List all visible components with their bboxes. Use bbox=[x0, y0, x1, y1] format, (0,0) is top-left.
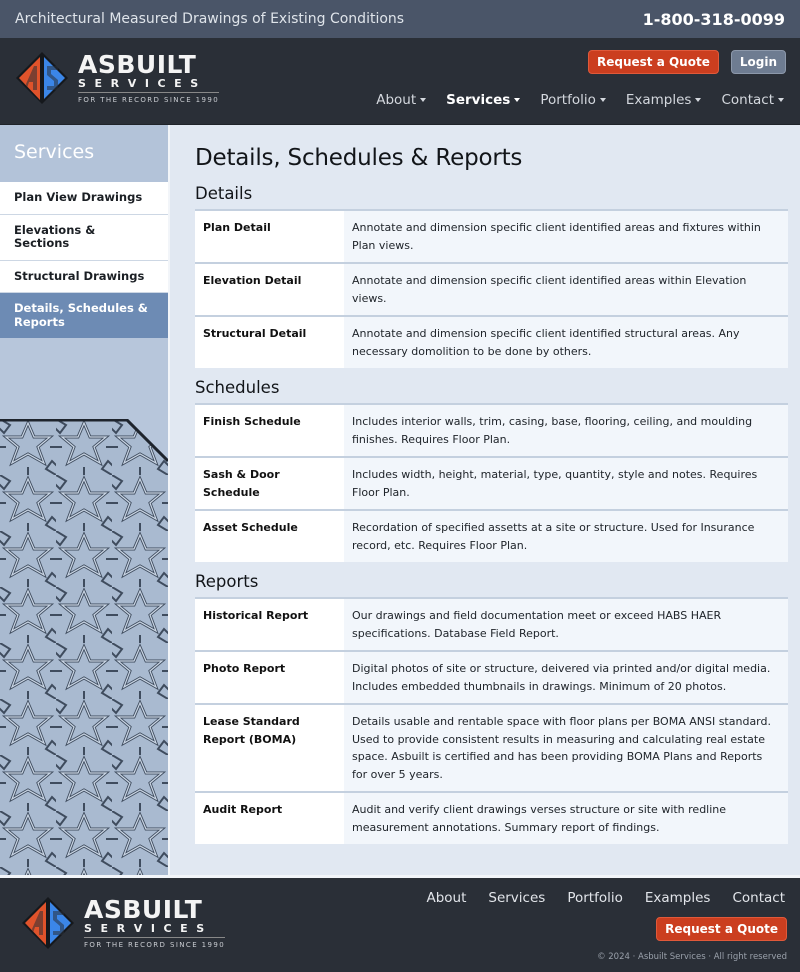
caret-down-icon bbox=[778, 98, 784, 102]
schedules-section: Schedules Finish Schedule Includes interi… bbox=[195, 378, 788, 562]
table-row: Finish Schedule Includes interior walls, … bbox=[195, 404, 788, 458]
main-area: Services Plan View Drawings Elevations &… bbox=[0, 125, 800, 875]
nav-contact[interactable]: Contact bbox=[721, 92, 784, 108]
nav-examples-label: Examples bbox=[625, 92, 692, 108]
request-quote-button[interactable]: Request a Quote bbox=[588, 50, 719, 74]
row-term: Asset Schedule bbox=[195, 510, 344, 562]
nav-examples[interactable]: Examples bbox=[626, 92, 702, 108]
row-desc: Annotate and dimension specific client i… bbox=[344, 263, 788, 317]
nav-about[interactable]: About bbox=[376, 92, 427, 108]
footer-link-portfolio[interactable]: Portfolio bbox=[567, 890, 623, 906]
row-term: Elevation Detail bbox=[195, 263, 344, 317]
nav-services[interactable]: Services bbox=[446, 92, 521, 108]
reports-table: Historical Report Our drawings and field … bbox=[195, 597, 788, 844]
caret-down-icon bbox=[514, 98, 521, 102]
site-footer: ASBUILT SERVICES FOR THE RECORD SINCE 19… bbox=[0, 875, 800, 972]
row-desc: Our drawings and field documentation mee… bbox=[344, 598, 788, 652]
nav-portfolio[interactable]: Portfolio bbox=[540, 92, 606, 108]
top-bar: Architectural Measured Drawings of Exist… bbox=[0, 0, 800, 38]
phone-number[interactable]: 1-800-318-0099 bbox=[643, 10, 785, 29]
table-row: Elevation Detail Annotate and dimension s… bbox=[195, 263, 788, 317]
sidebar-item-plan-view[interactable]: Plan View Drawings bbox=[0, 182, 168, 215]
row-desc: Recordation of specified assetts at a si… bbox=[344, 510, 788, 562]
table-row: Sash & Door Schedule Includes width, heig… bbox=[195, 457, 788, 511]
footer-link-services[interactable]: Services bbox=[488, 890, 545, 906]
page-title: Details, Schedules & Reports bbox=[195, 145, 523, 171]
row-term: Structural Detail bbox=[195, 316, 344, 368]
nav-services-label: Services bbox=[446, 92, 511, 108]
section-heading: Reports bbox=[195, 572, 259, 591]
schedules-table: Finish Schedule Includes interior walls, … bbox=[195, 403, 788, 562]
row-term: Sash & Door Schedule bbox=[195, 457, 344, 511]
footer-link-contact[interactable]: Contact bbox=[732, 890, 785, 906]
site-header: ASBUILT SERVICES FOR THE RECORD SINCE 19… bbox=[0, 38, 800, 125]
row-desc: Details usable and rentable space with f… bbox=[344, 704, 788, 793]
brand-name: ASBUILT bbox=[84, 895, 203, 924]
header-logo[interactable]: ASBUILT SERVICES FOR THE RECORD SINCE 19… bbox=[14, 50, 220, 106]
main-nav: About Services Portfolio Examples Contac… bbox=[376, 92, 784, 108]
footer-link-examples[interactable]: Examples bbox=[645, 890, 711, 906]
table-row: Audit Report Audit and verify client draw… bbox=[195, 792, 788, 844]
asbuilt-logo-icon bbox=[22, 897, 74, 949]
table-row: Photo Report Digital photos of site or st… bbox=[195, 651, 788, 705]
section-heading: Details bbox=[195, 184, 253, 203]
row-term: Lease Standard Report (BOMA) bbox=[195, 704, 344, 793]
row-desc: Digital photos of site or structure, dei… bbox=[344, 651, 788, 705]
row-desc: Includes width, height, material, type, … bbox=[344, 457, 788, 511]
sidebar-title: Services bbox=[0, 125, 168, 182]
nav-contact-label: Contact bbox=[721, 92, 774, 108]
login-button[interactable]: Login bbox=[730, 50, 786, 74]
brand-name: ASBUILT bbox=[78, 50, 197, 79]
section-heading: Schedules bbox=[195, 378, 280, 397]
sidebar: Services Plan View Drawings Elevations &… bbox=[0, 125, 170, 875]
site-tagline: Architectural Measured Drawings of Exist… bbox=[15, 11, 405, 27]
caret-down-icon bbox=[599, 98, 606, 102]
nav-about-label: About bbox=[376, 92, 417, 108]
content: Details, Schedules & Reports Details Pla… bbox=[170, 125, 800, 875]
brand-since: FOR THE RECORD SINCE 1990 bbox=[78, 96, 220, 104]
footer-request-quote-button[interactable]: Request a Quote bbox=[656, 917, 787, 941]
footer-nav: About Services Portfolio Examples Contac… bbox=[426, 890, 785, 906]
row-term: Audit Report bbox=[195, 792, 344, 844]
footer-logo[interactable]: ASBUILT SERVICES FOR THE RECORD SINCE 19… bbox=[20, 895, 226, 951]
row-term: Finish Schedule bbox=[195, 404, 344, 458]
nav-portfolio-label: Portfolio bbox=[540, 92, 596, 108]
geometric-pattern-image bbox=[0, 419, 168, 875]
copyright: © 2024 · Asbuilt Services · All right re… bbox=[597, 952, 787, 962]
row-desc: Annotate and dimension specific client i… bbox=[344, 316, 788, 368]
reports-section: Reports Historical Report Our drawings an… bbox=[195, 572, 788, 844]
row-term: Photo Report bbox=[195, 651, 344, 705]
sidebar-item-elevations[interactable]: Elevations & Sections bbox=[0, 214, 168, 261]
row-term: Historical Report bbox=[195, 598, 344, 652]
details-section: Details Plan Detail Annotate and dimensio… bbox=[195, 184, 788, 368]
row-desc: Audit and verify client drawings verses … bbox=[344, 792, 788, 844]
table-row: Asset Schedule Recordation of specified a… bbox=[195, 510, 788, 562]
table-row: Plan Detail Annotate and dimension specif… bbox=[195, 210, 788, 264]
header-actions: Request a Quote Login bbox=[588, 50, 786, 74]
table-row: Structural Detail Annotate and dimension … bbox=[195, 316, 788, 368]
row-term: Plan Detail bbox=[195, 210, 344, 264]
caret-down-icon bbox=[420, 98, 427, 102]
brand-sub: SERVICES bbox=[78, 78, 220, 93]
sidebar-item-structural[interactable]: Structural Drawings bbox=[0, 260, 168, 293]
row-desc: Includes interior walls, trim, casing, b… bbox=[344, 404, 788, 458]
table-row: Lease Standard Report (BOMA) Details usab… bbox=[195, 704, 788, 793]
caret-down-icon bbox=[695, 98, 702, 102]
footer-link-about[interactable]: About bbox=[426, 890, 466, 906]
row-desc: Annotate and dimension specific client i… bbox=[344, 210, 788, 264]
table-row: Historical Report Our drawings and field … bbox=[195, 598, 788, 652]
details-table: Plan Detail Annotate and dimension specif… bbox=[195, 209, 788, 368]
sidebar-item-details[interactable]: Details, Schedules & Reports bbox=[0, 293, 168, 338]
brand-sub: SERVICES bbox=[84, 923, 226, 938]
brand-since: FOR THE RECORD SINCE 1990 bbox=[84, 941, 226, 949]
asbuilt-logo-icon bbox=[16, 52, 68, 104]
